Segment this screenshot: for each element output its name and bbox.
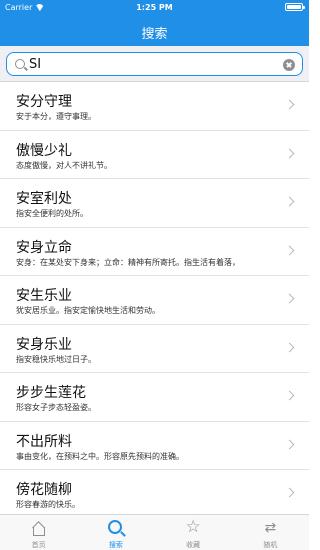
star-icon: ☆ — [185, 517, 201, 537]
list-item[interactable]: 步步生莲花 形容女子步态轻盈姿。 — [0, 373, 309, 422]
idiom-title: 安身立命 — [16, 239, 72, 256]
list-item[interactable]: 傍花随柳 形容春游的快乐。 — [0, 470, 309, 514]
list-item[interactable]: 安室利处 指安全便利的处所。 — [0, 179, 309, 228]
chevron-right-icon — [284, 390, 295, 401]
chevron-right-icon — [284, 487, 295, 498]
chevron-right-icon — [284, 342, 295, 352]
chevron-right-icon — [284, 99, 295, 110]
list-item[interactable]: 安生乐业 犹安居乐业。指安定愉快地生活和劳动。 — [0, 276, 309, 325]
tab-home-label: 首页 — [31, 541, 46, 549]
status-time: 1:25 PM — [136, 3, 173, 12]
tab-home[interactable]: 首页 — [0, 515, 77, 550]
chevron-right-icon — [284, 245, 295, 255]
results-list: 安分守理 安于本分，遵守事理。 傲慢少礼 态度傲慢，对人不讲礼节。 安室利处 指… — [0, 82, 309, 514]
tab-random-label: 随机 — [263, 541, 278, 549]
idiom-title: 安身乐业 — [16, 336, 72, 353]
chevron-right-icon — [284, 196, 295, 207]
search-icon — [15, 59, 25, 69]
search-input[interactable] — [29, 55, 279, 73]
search-bar — [0, 46, 309, 82]
search-field[interactable] — [6, 52, 303, 76]
idiom-title: 步步生莲花 — [16, 385, 86, 401]
home-icon — [32, 521, 46, 537]
tab-random[interactable]: ⇄ 随机 — [232, 515, 309, 550]
tab-search[interactable]: 搜索 — [77, 515, 154, 550]
idiom-description: 犹安居乐业。指安定愉快地生活和劳动。 — [16, 306, 160, 315]
battery-icon — [285, 3, 305, 11]
navigation-bar: Carrier 1:25 PM 搜索 — [0, 0, 309, 46]
chevron-right-icon — [284, 439, 295, 449]
idiom-description: 安身：在某处安下身来；立命：精神有所寄托。指生活有着落， — [16, 257, 240, 267]
search-icon — [107, 520, 122, 534]
idiom-title: 安分守理 — [16, 94, 72, 110]
idiom-description: 安于本分，遵守事理。 — [16, 112, 96, 121]
chevron-right-icon — [284, 148, 295, 158]
idiom-title: 不出所料 — [16, 433, 72, 450]
idiom-description: 事由变化，在预料之中。形容原先预料的准确。 — [16, 451, 184, 461]
idiom-title: 安室利处 — [16, 191, 72, 207]
idiom-title: 傍花随柳 — [16, 482, 72, 498]
shuffle-icon: ⇄ — [264, 520, 277, 536]
idiom-description: 指安稳快乐地过日子。 — [16, 354, 96, 364]
list-item[interactable]: 安分守理 安于本分，遵守事理。 — [0, 82, 309, 131]
tab-favorites[interactable]: ☆ 收藏 — [155, 515, 232, 550]
page-title: 搜索 — [141, 27, 168, 42]
idiom-description: 形容春游的快乐。 — [16, 500, 80, 509]
idiom-title: 傲慢少礼 — [16, 142, 72, 159]
idiom-description: 态度傲慢，对人不讲礼节。 — [16, 160, 112, 170]
clear-icon[interactable] — [283, 59, 295, 71]
list-item[interactable]: 不出所料 事由变化，在预料之中。形容原先预料的准确。 — [0, 422, 309, 470]
idiom-title: 安生乐业 — [16, 288, 72, 304]
list-item[interactable]: 安身立命 安身：在某处安下身来；立命：精神有所寄托。指生活有着落， — [0, 228, 309, 276]
tab-search-label: 搜索 — [108, 541, 123, 549]
tab-bar: 首页 搜索 ☆ 收藏 ⇄ 随机 — [0, 514, 309, 550]
list-item[interactable]: 傲慢少礼 态度傲慢，对人不讲礼节。 — [0, 131, 309, 179]
status-bar: Carrier 1:25 PM — [0, 0, 309, 16]
chevron-right-icon — [284, 293, 295, 304]
idiom-description: 形容女子步态轻盈姿。 — [16, 403, 96, 412]
list-item[interactable]: 安身乐业 指安稳快乐地过日子。 — [0, 325, 309, 373]
tab-favorites-label: 收藏 — [186, 541, 201, 549]
idiom-description: 指安全便利的处所。 — [16, 209, 88, 218]
